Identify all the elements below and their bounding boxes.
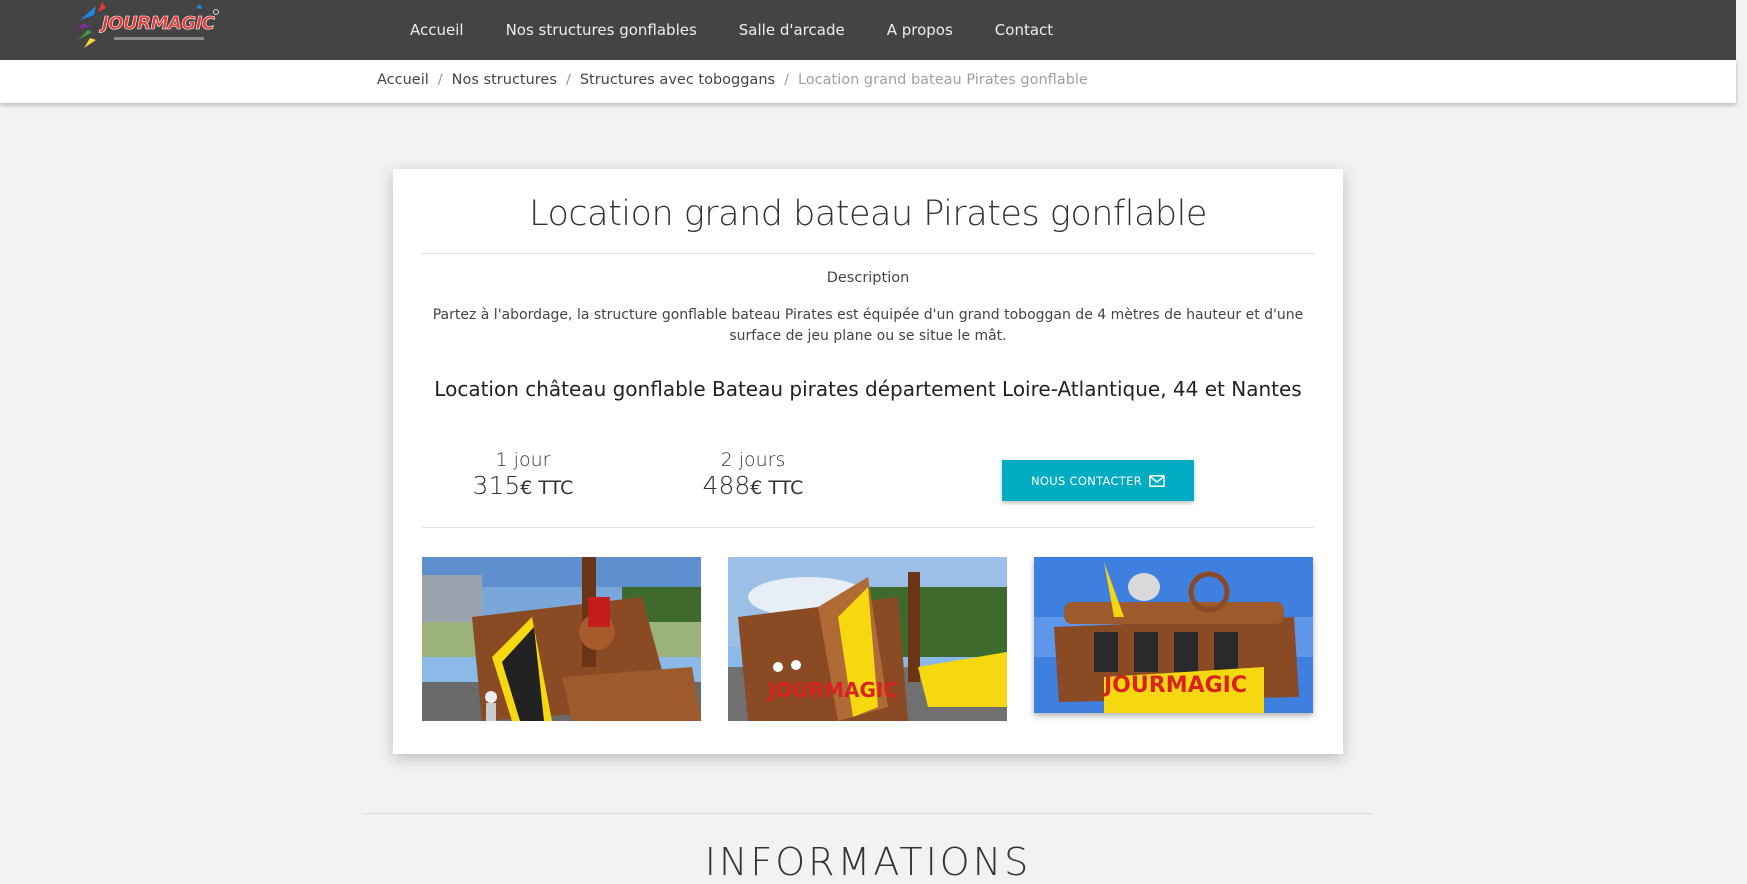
breadcrumb-bar: Accueil / Nos structures / Structures av…	[0, 60, 1736, 103]
contact-button[interactable]: NOUS CONTACTER	[1002, 460, 1194, 501]
jourmagic-logo[interactable]: JOURMAGIC	[76, 0, 226, 50]
description-text: Partez à l'abordage, la structure gonfla…	[432, 307, 1304, 344]
section-divider	[362, 813, 1373, 814]
price-duration: 1 jour	[495, 449, 551, 471]
nav-accueil[interactable]: Accueil	[410, 21, 464, 39]
product-card: Location grand bateau Pirates gonflable …	[393, 169, 1343, 754]
top-navbar: JOURMAGIC Accueil Nos structures gonflab…	[0, 0, 1736, 60]
pirate-ship-photo-3[interactable]: JOURMAGIC	[1034, 557, 1313, 713]
pirate-ship-photo-1[interactable]	[422, 557, 701, 721]
envelope-icon	[1149, 474, 1165, 487]
breadcrumb-accueil[interactable]: Accueil	[377, 72, 429, 88]
divider	[422, 527, 1314, 528]
breadcrumb-separator: /	[437, 72, 443, 88]
price-2-days: 2 jours 488€ TTC	[673, 449, 833, 501]
contact-button-label: NOUS CONTACTER	[1030, 473, 1143, 488]
main-nav: Accueil Nos structures gonflables Salle …	[410, 0, 1095, 60]
pirate-ship-photo-2[interactable]: JOURMAGIC	[728, 557, 1007, 721]
breadcrumb: Accueil / Nos structures / Structures av…	[377, 72, 1088, 88]
breadcrumb-current: Location grand bateau Pirates gonflable	[797, 72, 1088, 88]
breadcrumb-separator: /	[784, 72, 789, 88]
nav-structures-gonflables[interactable]: Nos structures gonflables	[506, 21, 697, 39]
price-duration: 2 jours	[720, 449, 786, 471]
price-1-day: 1 jour 315€ TTC	[443, 449, 603, 501]
price-unit: € TTC	[520, 477, 574, 499]
product-subtitle: Location château gonflable Bateau pirate…	[434, 377, 1302, 401]
price-amount: 488	[702, 471, 751, 500]
informations-heading: INFORMATIONS	[704, 840, 1032, 884]
svg-text:JOURMAGIC: JOURMAGIC	[766, 678, 898, 702]
divider	[422, 253, 1314, 254]
nav-contact[interactable]: Contact	[995, 21, 1053, 39]
nav-salle-arcade[interactable]: Salle d'arcade	[739, 21, 845, 39]
price-amount: 315	[472, 471, 521, 500]
logo-tagline	[114, 37, 204, 40]
logo-text: JOURMAGIC	[102, 13, 216, 35]
svg-text:JOURMAGIC: JOURMAGIC	[1102, 673, 1247, 698]
page-title: Location grand bateau Pirates gonflable	[529, 194, 1207, 234]
breadcrumb-separator: /	[565, 72, 571, 88]
price-unit: € TTC	[750, 477, 804, 499]
breadcrumb-structures-toboggans[interactable]: Structures avec toboggans	[580, 72, 775, 88]
nav-a-propos[interactable]: A propos	[887, 21, 953, 39]
breadcrumb-nos-structures[interactable]: Nos structures	[452, 72, 557, 88]
description-heading: Description	[826, 270, 910, 286]
